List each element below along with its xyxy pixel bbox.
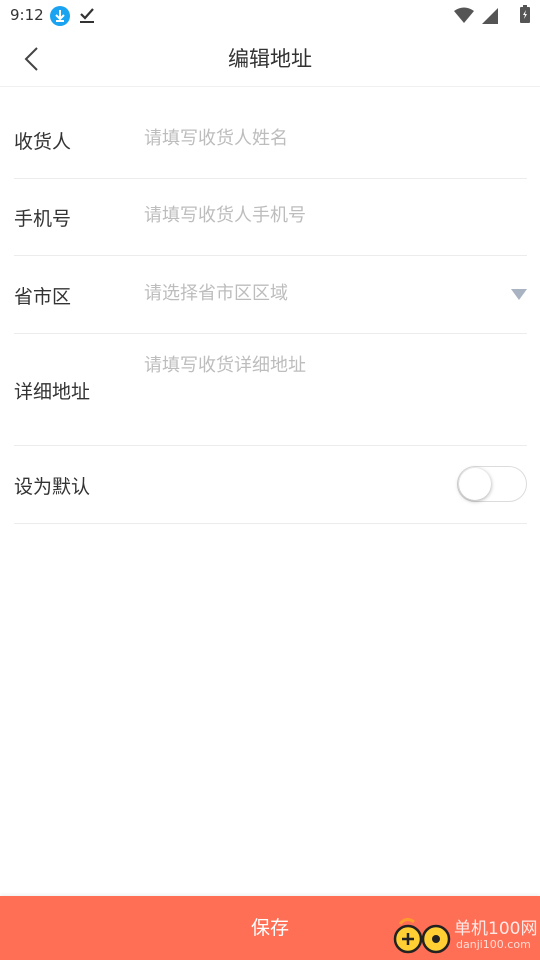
phone-label: 手机号 xyxy=(14,208,72,230)
dropdown-arrow-icon xyxy=(511,289,527,300)
phone-input[interactable] xyxy=(144,203,494,227)
region-input[interactable] xyxy=(144,281,494,305)
watermark: 单机100网 danji100.com xyxy=(390,912,540,958)
download-notification-icon xyxy=(50,6,70,26)
receiver-row: 收货人 xyxy=(14,100,527,179)
detail-label: 详细地址 xyxy=(14,381,91,403)
chevron-left-icon xyxy=(14,47,52,82)
watermark-subtext: danji100.com xyxy=(456,938,531,951)
default-row: 设为默认 xyxy=(14,446,527,524)
signal-icons xyxy=(452,6,506,26)
default-label: 设为默认 xyxy=(14,476,91,498)
receiver-label: 收货人 xyxy=(14,131,72,153)
download-done-icon xyxy=(78,6,96,24)
screen: 9:12 编辑地址 收货人 请填写收货人姓名 手机号 请填写收货人手机号 省市区… xyxy=(0,0,540,960)
watermark-logo-icon xyxy=(390,916,452,956)
watermark-text: 单机100网 xyxy=(454,919,538,939)
status-time: 9:12 xyxy=(10,6,44,24)
page-title: 编辑地址 xyxy=(228,47,312,71)
receiver-input[interactable] xyxy=(144,126,494,150)
battery-icon xyxy=(520,5,530,23)
app-bar: 编辑地址 xyxy=(0,32,540,87)
default-toggle[interactable] xyxy=(457,466,527,502)
status-bar: 9:12 xyxy=(0,0,540,32)
detail-row: 详细地址 xyxy=(14,334,527,446)
region-label: 省市区 xyxy=(14,286,72,308)
toggle-knob xyxy=(459,468,491,500)
back-button[interactable] xyxy=(14,40,52,78)
phone-row: 手机号 xyxy=(14,179,527,256)
detail-input[interactable] xyxy=(144,351,494,411)
region-select[interactable]: 省市区 xyxy=(14,256,527,334)
